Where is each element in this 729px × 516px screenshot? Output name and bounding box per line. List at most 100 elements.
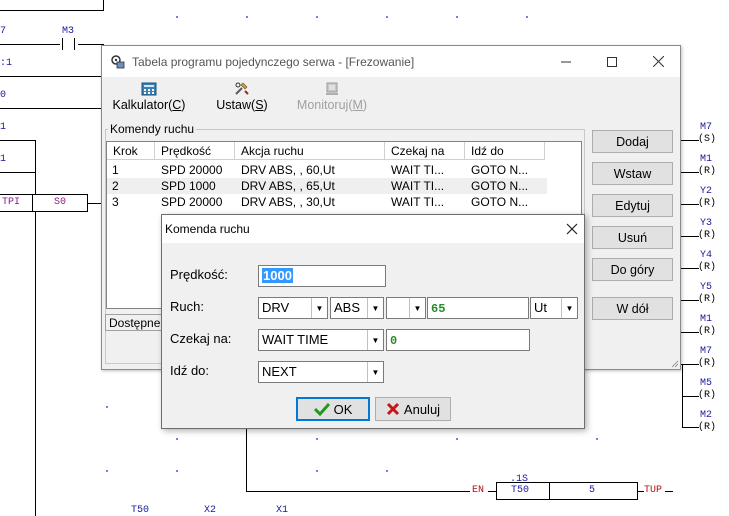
window-titlebar[interactable]: Tabela programu pojedynczego serwa - [Fr…	[102, 46, 680, 77]
coil-reset: (R)	[698, 422, 717, 433]
column-header[interactable]: Idź do	[465, 142, 545, 160]
motion-command-value: DRV	[262, 300, 290, 315]
bottom-label: X1	[276, 505, 289, 516]
dialog-titlebar[interactable]: Komenda ruchu	[162, 215, 584, 243]
chevron-down-icon: ▼	[367, 362, 383, 382]
contact-label: M3	[62, 26, 75, 37]
cell-action: DRV ABS, , 30,Ut	[241, 195, 335, 209]
coil-reset: (R)	[698, 390, 717, 401]
cell-wait: WAIT TI...	[391, 163, 445, 177]
motion-axis-select[interactable]: ▼	[386, 297, 426, 319]
cell-wait: WAIT TI...	[391, 179, 445, 193]
motion-command-select[interactable]: DRV ▼	[258, 297, 328, 319]
toolbar-accel: C	[172, 98, 182, 112]
tpi-label: TPI	[2, 197, 21, 208]
coil-name: M5	[700, 378, 713, 389]
timer-en-label: EN	[472, 485, 485, 496]
cell-speed: SPD 20000	[161, 163, 223, 177]
rung-label: 1	[0, 122, 7, 133]
s0-label: S0	[54, 197, 67, 208]
speed-value: 1000	[262, 268, 293, 283]
set-button[interactable]: Ustaw(S)	[212, 82, 272, 112]
coil-reset: (R)	[698, 230, 717, 241]
monitor-icon	[326, 82, 338, 95]
coil-name: M7	[700, 346, 713, 357]
coil-reset: (R)	[698, 166, 717, 177]
wait-label: Czekaj na:	[170, 331, 232, 346]
cell-action: DRV ABS, , 65,Ut	[241, 179, 335, 193]
move-up-button[interactable]: Do góry	[592, 258, 673, 281]
minimize-button[interactable]	[543, 46, 589, 77]
motion-mode-select[interactable]: ABS ▼	[330, 297, 384, 319]
coil-name: Y4	[700, 250, 713, 261]
edit-button[interactable]: Edytuj	[592, 194, 673, 217]
insert-button[interactable]: Wstaw	[592, 162, 673, 185]
column-header[interactable]: Krok	[107, 142, 155, 160]
wait-select[interactable]: WAIT TIME ▼	[258, 329, 384, 351]
motion-value-input[interactable]: 65	[427, 297, 529, 319]
wait-time-input[interactable]: 0	[386, 329, 530, 351]
cell-speed: SPD 1000	[161, 179, 216, 193]
motion-unit-value: Ut	[534, 300, 547, 315]
monitor-button[interactable]: Monitoruj(M)	[294, 82, 370, 112]
cell-step: 1	[112, 163, 119, 177]
column-header[interactable]: Akcja ruchu	[235, 142, 385, 160]
speed-input[interactable]: 1000	[258, 265, 386, 287]
maximize-icon	[607, 56, 617, 67]
resize-grip-icon[interactable]	[669, 358, 679, 368]
motion-unit-select[interactable]: Ut ▼	[530, 297, 578, 319]
table-row[interactable]: 1 SPD 20000 DRV ABS, , 60,Ut WAIT TI... …	[107, 162, 547, 178]
cell-speed: SPD 20000	[161, 195, 223, 209]
close-icon	[566, 223, 578, 235]
toolbar-label: Kalkulator(	[112, 98, 173, 112]
tools-icon	[235, 82, 249, 95]
cancel-button[interactable]: Anuluj	[375, 397, 451, 421]
goto-value: NEXT	[262, 364, 297, 379]
calculator-icon	[141, 82, 157, 96]
table-row[interactable]: 3 SPD 20000 DRV ABS, , 30,Ut WAIT TI... …	[107, 194, 547, 210]
chevron-down-icon: ▼	[409, 298, 425, 318]
motion-command-dialog: Komenda ruchu Prędkość: 1000 Ruch: DRV ▼…	[161, 214, 585, 429]
close-icon	[652, 56, 664, 67]
minimize-icon	[561, 61, 571, 62]
chevron-down-icon: ▼	[311, 298, 327, 318]
window-title: Tabela programu pojedynczego serwa - [Fr…	[132, 55, 415, 69]
wait-value: WAIT TIME	[262, 332, 329, 347]
column-header[interactable]: Czekaj na	[385, 142, 465, 160]
ok-button[interactable]: OK	[296, 397, 370, 421]
rung-label: 0	[0, 90, 7, 101]
toolbar-label: Ustaw(	[216, 98, 256, 112]
maximize-button[interactable]	[589, 46, 635, 77]
motion-mode-value: ABS	[334, 300, 361, 315]
cancel-label: Anuluj	[403, 401, 441, 417]
dialog-close-button[interactable]	[566, 218, 578, 240]
coil-reset: (R)	[698, 358, 717, 369]
tpi-block: TPI S0	[0, 194, 88, 212]
goto-select[interactable]: NEXT ▼	[258, 361, 384, 383]
rung-label: 1	[0, 154, 7, 165]
coil-set: (S)	[698, 134, 717, 145]
coil-name: Y5	[700, 282, 713, 293]
timer-name: T50	[511, 485, 530, 496]
cell-goto: GOTO N...	[471, 163, 529, 177]
bottom-label: T50	[131, 505, 150, 516]
x-icon	[386, 402, 399, 416]
group-title: Komendy ruchu	[108, 122, 197, 136]
toolbar-label: Monitoruj(	[296, 98, 353, 112]
move-down-button[interactable]: W dół	[592, 297, 673, 320]
rung-label: :1	[0, 58, 13, 69]
close-button[interactable]	[635, 46, 681, 77]
column-header[interactable]: Prędkość	[155, 142, 235, 160]
coil-name: M2	[700, 410, 713, 421]
table-row[interactable]: 2 SPD 1000 DRV ABS, , 65,Ut WAIT TI... G…	[107, 178, 547, 194]
goto-label: Idź do:	[170, 363, 210, 378]
motion-label: Ruch:	[170, 299, 204, 314]
coil-name: M1	[700, 314, 713, 325]
add-button[interactable]: Dodaj	[592, 130, 673, 153]
cell-step: 3	[112, 195, 119, 209]
delete-button[interactable]: Usuń	[592, 226, 673, 249]
calculator-button[interactable]: Kalkulator(C)	[110, 82, 188, 112]
speed-label: Prędkość:	[170, 267, 228, 282]
coil-name: M7	[700, 122, 713, 133]
rung-label: 7	[0, 26, 7, 37]
